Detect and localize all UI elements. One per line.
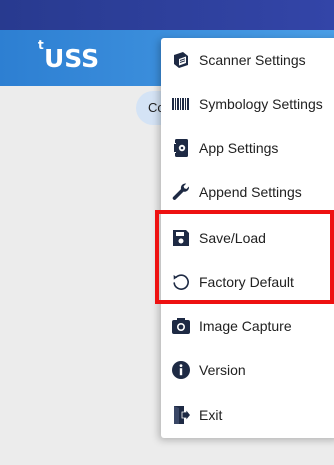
menu-item-label: Image Capture (199, 318, 292, 334)
phone-settings-icon (171, 138, 191, 158)
barcode-icon (171, 94, 191, 114)
exit-icon (171, 405, 191, 425)
app-screen: t USS Co Scanner Settings Symbology Sett… (0, 0, 334, 465)
menu-item-label: App Settings (199, 140, 279, 156)
overflow-menu: Scanner Settings Symbology Settings App … (161, 38, 334, 438)
menu-item-append-settings[interactable]: Append Settings (161, 172, 334, 212)
status-bar (0, 0, 334, 30)
menu-item-factory-default[interactable]: Factory Default (161, 262, 334, 302)
menu-item-version[interactable]: Version (161, 350, 334, 390)
menu-item-app-settings[interactable]: App Settings (161, 128, 334, 168)
menu-item-symbology-settings[interactable]: Symbology Settings (161, 84, 334, 124)
menu-item-label: Exit (199, 407, 223, 423)
menu-item-label: Symbology Settings (199, 96, 323, 112)
menu-item-exit[interactable]: Exit (161, 395, 334, 435)
menu-item-label: Append Settings (199, 184, 302, 200)
menu-item-scanner-settings[interactable]: Scanner Settings (161, 40, 334, 80)
camera-icon (171, 316, 191, 336)
menu-item-label: Version (199, 362, 246, 378)
floppy-disk-icon (171, 228, 191, 248)
menu-item-save-load[interactable]: Save/Load (161, 218, 334, 258)
menu-item-label: Save/Load (199, 230, 266, 246)
scanner-icon (171, 50, 191, 70)
menu-item-label: Scanner Settings (199, 52, 306, 68)
restore-icon (171, 272, 191, 292)
menu-item-image-capture[interactable]: Image Capture (161, 306, 334, 346)
wrench-icon (171, 182, 191, 202)
info-icon (171, 360, 191, 380)
app-logo: t USS (38, 38, 100, 73)
logo-mark: t (38, 38, 44, 52)
menu-item-label: Factory Default (199, 274, 294, 290)
logo-text: USS (44, 44, 100, 73)
